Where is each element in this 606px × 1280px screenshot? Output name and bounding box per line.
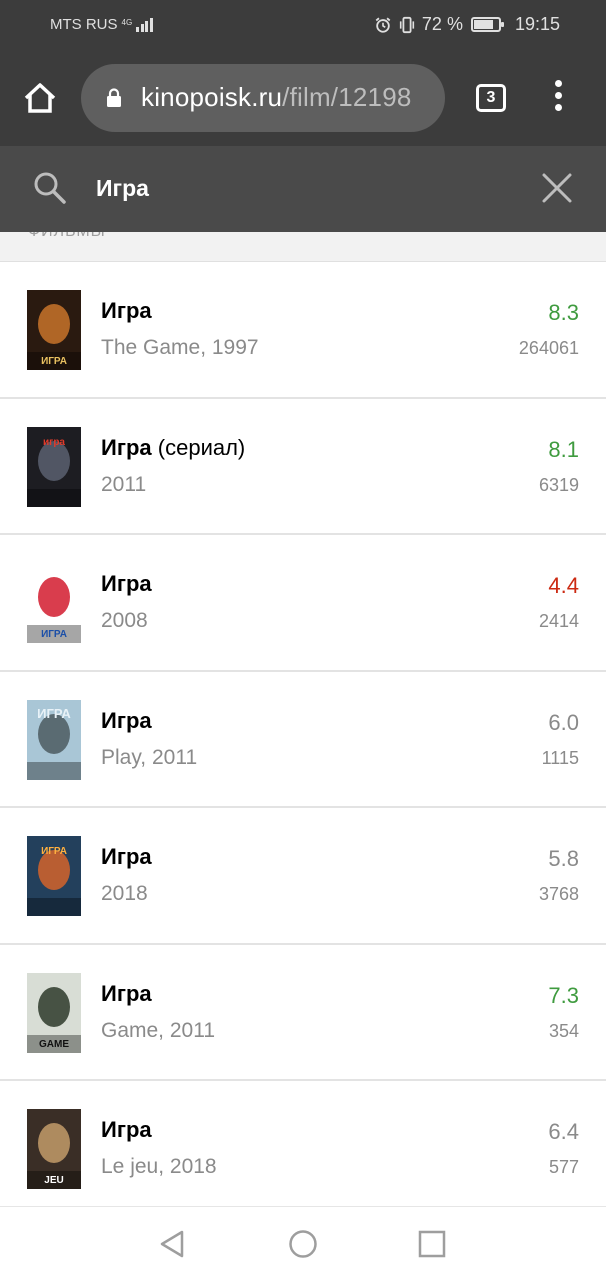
poster-art: JEU	[27, 1109, 81, 1189]
poster-art: игра	[27, 426, 81, 507]
poster-image: JEU	[27, 1109, 81, 1189]
result-row[interactable]: ИГРА Игра 2008 4.4 2414	[0, 535, 606, 672]
title-main: Игра	[101, 707, 152, 733]
poster-image: ИГРА	[27, 836, 81, 916]
close-icon[interactable]	[540, 171, 574, 205]
title-main: Игра	[101, 844, 152, 869]
title-main: Игра	[101, 1117, 152, 1142]
result-title: Игра	[101, 571, 152, 597]
title-main: Игра	[101, 980, 152, 1006]
poster-image: игра	[27, 426, 81, 507]
browser-toolbar: kinopoisk.ru/film/12198 3	[0, 50, 606, 146]
vote-count: 1115	[541, 747, 579, 768]
poster-caption: ИГРА	[41, 846, 67, 857]
battery-level	[473, 20, 493, 29]
url-text: kinopoisk.ru/film/12198	[141, 82, 412, 113]
vote-count: 354	[548, 1020, 579, 1041]
poster-caption: игра	[43, 437, 65, 448]
poster-image: ИГРА	[27, 563, 81, 643]
lock-icon	[107, 88, 121, 107]
poster-art: ИГРА	[27, 563, 81, 643]
network-type: 4G	[121, 18, 133, 27]
poster-image: ИГРА	[27, 699, 81, 780]
rating: 5.8	[548, 846, 579, 871]
search-input[interactable]: Игра	[96, 175, 149, 202]
poster-art: ИГРА	[27, 290, 81, 370]
carrier-name: MTS RUS	[50, 16, 118, 33]
poster-caption: JEU	[44, 1175, 63, 1186]
result-title: Игра	[101, 298, 152, 324]
search-icon[interactable]	[32, 170, 68, 206]
section-title: ФИЛЬМЫ	[28, 232, 106, 241]
home-circle-icon[interactable]	[288, 1229, 318, 1259]
vote-count: 577	[548, 1157, 579, 1177]
poster-art: ИГРА	[27, 836, 81, 916]
result-subtitle: 2011	[101, 472, 147, 496]
more-menu-icon[interactable]	[550, 80, 566, 116]
home-icon[interactable]	[22, 80, 58, 116]
vote-count: 264061	[518, 338, 579, 358]
result-title: Игра	[101, 708, 152, 734]
poster-caption: GAME	[39, 1039, 69, 1050]
section-header: ФИЛЬМЫ	[0, 232, 606, 262]
vote-count: 3768	[538, 884, 579, 904]
vote-count: 2414	[538, 611, 579, 631]
vibrate-icon	[399, 16, 415, 33]
poster-image: GAME	[27, 972, 81, 1053]
rating: 8.3	[548, 300, 579, 325]
result-subtitle: The Game, 1997	[101, 336, 259, 359]
result-title: Игра	[101, 844, 152, 870]
alarm-icon	[375, 17, 391, 33]
battery-percent: 72 %	[421, 14, 463, 34]
status-indicators: 72 % 19:15	[374, 14, 560, 35]
address-bar[interactable]: kinopoisk.ru/film/12198	[81, 64, 445, 132]
result-row[interactable]: ИГРА Игра The Game, 1997 8.3 264061	[0, 262, 606, 399]
rating: 6.4	[548, 1119, 579, 1144]
carrier-info: MTS RUS 4G	[50, 16, 153, 33]
result-title: Игра (сериал)	[101, 435, 245, 461]
results-list: ИГРА Игра The Game, 1997 8.3 264061 игра Игра …	[0, 262, 606, 1218]
rating: 7.3	[548, 982, 579, 1008]
result-row[interactable]: GAME Игра Game, 2011 7.3 354	[0, 945, 606, 1081]
status-bar: MTS RUS 4G 72 % 19:15	[0, 0, 606, 50]
url-path: /film/12198	[282, 82, 412, 112]
result-subtitle: Play, 2011	[101, 745, 198, 769]
search-bar: Игра	[0, 146, 606, 232]
result-row[interactable]: ИГРА Игра 2018 5.8 3768	[0, 808, 606, 945]
result-row[interactable]: JEU Игра Le jeu, 2018 6.4 577	[0, 1081, 606, 1218]
poster-art: ИГРА	[27, 699, 81, 780]
result-title: Игра	[101, 981, 152, 1007]
title-suffix: (сериал)	[151, 434, 246, 460]
result-row[interactable]: игра Игра (сериал) 2011 8.1 6319	[0, 399, 606, 535]
rating: 4.4	[548, 573, 579, 598]
result-subtitle: 2008	[101, 609, 148, 632]
result-subtitle: Le jeu, 2018	[101, 1155, 217, 1178]
title-main: Игра	[101, 434, 152, 460]
poster-art: GAME	[27, 972, 81, 1053]
recents-icon[interactable]	[417, 1229, 447, 1259]
back-icon[interactable]	[158, 1229, 188, 1259]
poster-image: ИГРА	[27, 290, 81, 370]
result-title: Игра	[101, 1117, 152, 1143]
title-main: Игра	[101, 571, 152, 596]
tabs-count: 3	[486, 89, 496, 106]
poster-caption: ИГРА	[41, 629, 67, 640]
clock: 19:15	[514, 14, 560, 34]
navigation-bar	[0, 1206, 606, 1280]
battery-icon	[470, 17, 504, 32]
result-row[interactable]: ИГРА Игра Play, 2011 6.0 1115	[0, 672, 606, 808]
result-subtitle: 2018	[101, 882, 148, 905]
rating: 8.1	[548, 436, 579, 462]
poster-caption: ИГРА	[37, 706, 71, 721]
url-domain: kinopoisk.ru	[141, 82, 283, 112]
vote-count: 6319	[538, 474, 579, 495]
title-main: Игра	[101, 298, 152, 323]
signal-icon	[136, 16, 153, 32]
tabs-icon[interactable]: 3	[476, 84, 506, 112]
result-subtitle: Game, 2011	[101, 1018, 216, 1042]
poster-caption: ИГРА	[41, 356, 67, 367]
rating: 6.0	[548, 709, 579, 735]
